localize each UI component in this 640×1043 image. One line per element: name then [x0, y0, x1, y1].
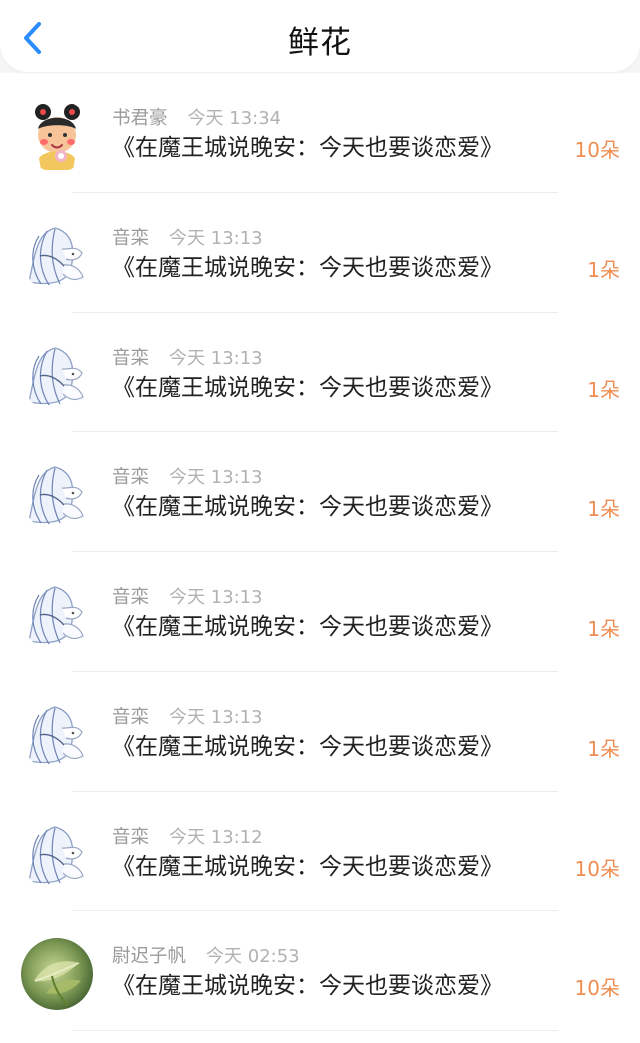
book-title[interactable]: 《在魔王城说晚安：今天也要谈恋爱》: [112, 252, 527, 284]
user-name[interactable]: 音栾: [112, 703, 149, 729]
book-title[interactable]: 《在魔王城说晚安：今天也要谈恋爱》: [112, 372, 527, 404]
record-time: 今天 13:13: [169, 347, 263, 369]
flower-count: 1朵: [587, 736, 620, 761]
user-avatar[interactable]: [21, 339, 93, 412]
record-meta: 音栾 今天 13:12: [112, 822, 263, 850]
record-meta: 尉迟子帆 今天 02:53: [112, 941, 300, 969]
flower-count: 1朵: [587, 377, 620, 402]
record-time: 今天 13:34: [187, 108, 282, 129]
record-meta: 书君豪 今天 13:34: [112, 103, 281, 131]
user-name[interactable]: 书君豪: [112, 104, 168, 130]
flower-record-row[interactable]: 音栾 今天 13:13 《在魔王城说晚安：今天也要谈恋爱》 1朵: [0, 193, 640, 313]
anime-sketch-avatar-icon: [21, 459, 93, 532]
flower-record-row[interactable]: 音栾 今天 13:13 《在魔王城说晚安：今天也要谈恋爱》 1朵: [0, 552, 640, 672]
user-name[interactable]: 音栾: [112, 823, 149, 849]
user-name[interactable]: 尉迟子帆: [112, 942, 186, 968]
flower-count: 1朵: [587, 617, 620, 641]
user-avatar[interactable]: [21, 579, 93, 651]
record-meta: 音栾 今天 13:13: [112, 462, 263, 490]
cartoon-girl-avatar-icon: [21, 100, 93, 172]
record-meta: 音栾 今天 13:13: [112, 582, 263, 610]
user-avatar[interactable]: [21, 818, 93, 891]
flower-record-row[interactable]: 尉迟子帆 今天 02:53 《在魔王城说晚安：今天也要谈恋爱》 10朵: [0, 911, 640, 1031]
flower-count: 10朵: [574, 976, 620, 1001]
anime-sketch-avatar-icon: [21, 818, 93, 891]
flower-record-list[interactable]: 书君豪 今天 13:34 《在魔王城说晚安：今天也要谈恋爱》 10朵 音栾 今天…: [0, 73, 640, 1043]
user-avatar[interactable]: [21, 100, 93, 172]
book-title[interactable]: 《在魔王城说晚安：今天也要谈恋爱》: [112, 611, 527, 643]
book-title[interactable]: 《在魔王城说晚安：今天也要谈恋爱》: [112, 970, 527, 1002]
flower-record-row[interactable]: 音栾 今天 13:12 《在魔王城说晚安：今天也要谈恋爱》 10朵: [0, 792, 640, 912]
book-title[interactable]: 《在魔王城说晚安：今天也要谈恋爱》: [112, 491, 527, 523]
record-time: 今天 02:53: [206, 946, 300, 968]
user-name[interactable]: 音栾: [112, 344, 149, 370]
user-avatar[interactable]: [21, 938, 93, 1011]
record-time: 今天 13:13: [169, 227, 263, 249]
record-meta: 音栾 今天 13:13: [112, 223, 263, 251]
flower-count: 1朵: [587, 497, 620, 522]
user-name[interactable]: 音栾: [112, 583, 149, 609]
top-navigation-bar: 鲜花: [0, 0, 640, 72]
record-time: 今天 13:13: [169, 587, 263, 608]
flower-count: 10朵: [574, 138, 620, 162]
record-time: 今天 13:12: [169, 826, 263, 848]
user-avatar[interactable]: [21, 459, 93, 532]
user-name[interactable]: 音栾: [112, 463, 149, 489]
anime-sketch-avatar-icon: [21, 698, 93, 771]
flower-count: 1朵: [587, 257, 620, 282]
book-title[interactable]: 《在魔王城说晚安：今天也要谈恋爱》: [112, 731, 527, 763]
flower-count: 10朵: [574, 856, 620, 881]
flower-record-row[interactable]: 书君豪 今天 13:34 《在魔王城说晚安：今天也要谈恋爱》 10朵: [0, 73, 640, 193]
anime-sketch-avatar-icon: [21, 579, 93, 651]
flower-record-row[interactable]: 音栾 今天 13:13 《在魔王城说晚安：今天也要谈恋爱》 1朵: [0, 432, 640, 552]
user-avatar[interactable]: [21, 219, 93, 292]
user-avatar[interactable]: [21, 698, 93, 771]
book-title[interactable]: 《在魔王城说晚安：今天也要谈恋爱》: [112, 851, 527, 883]
record-meta: 音栾 今天 13:13: [112, 702, 263, 730]
book-title[interactable]: 《在魔王城说晚安：今天也要谈恋爱》: [112, 132, 527, 164]
user-name[interactable]: 音栾: [112, 224, 149, 250]
record-meta: 音栾 今天 13:13: [112, 343, 263, 371]
flower-records-page: 鲜花 书君豪 今天 13:34 《在魔王城说晚安：今天也要谈恋爱》 10朵 音栾…: [0, 0, 640, 1043]
flower-record-row[interactable]: 音栾 今天 13:13 《在魔王城说晚安：今天也要谈恋爱》 1朵: [0, 313, 640, 433]
green-leaf-avatar-icon: [21, 938, 93, 1011]
record-time: 今天 13:13: [169, 467, 263, 489]
anime-sketch-avatar-icon: [21, 219, 93, 292]
anime-sketch-avatar-icon: [21, 339, 93, 412]
flower-record-row[interactable]: 音栾 今天 13:13 《在魔王城说晚安：今天也要谈恋爱》 1朵: [0, 672, 640, 792]
record-time: 今天 13:13: [169, 706, 263, 728]
page-title: 鲜花: [288, 25, 352, 61]
